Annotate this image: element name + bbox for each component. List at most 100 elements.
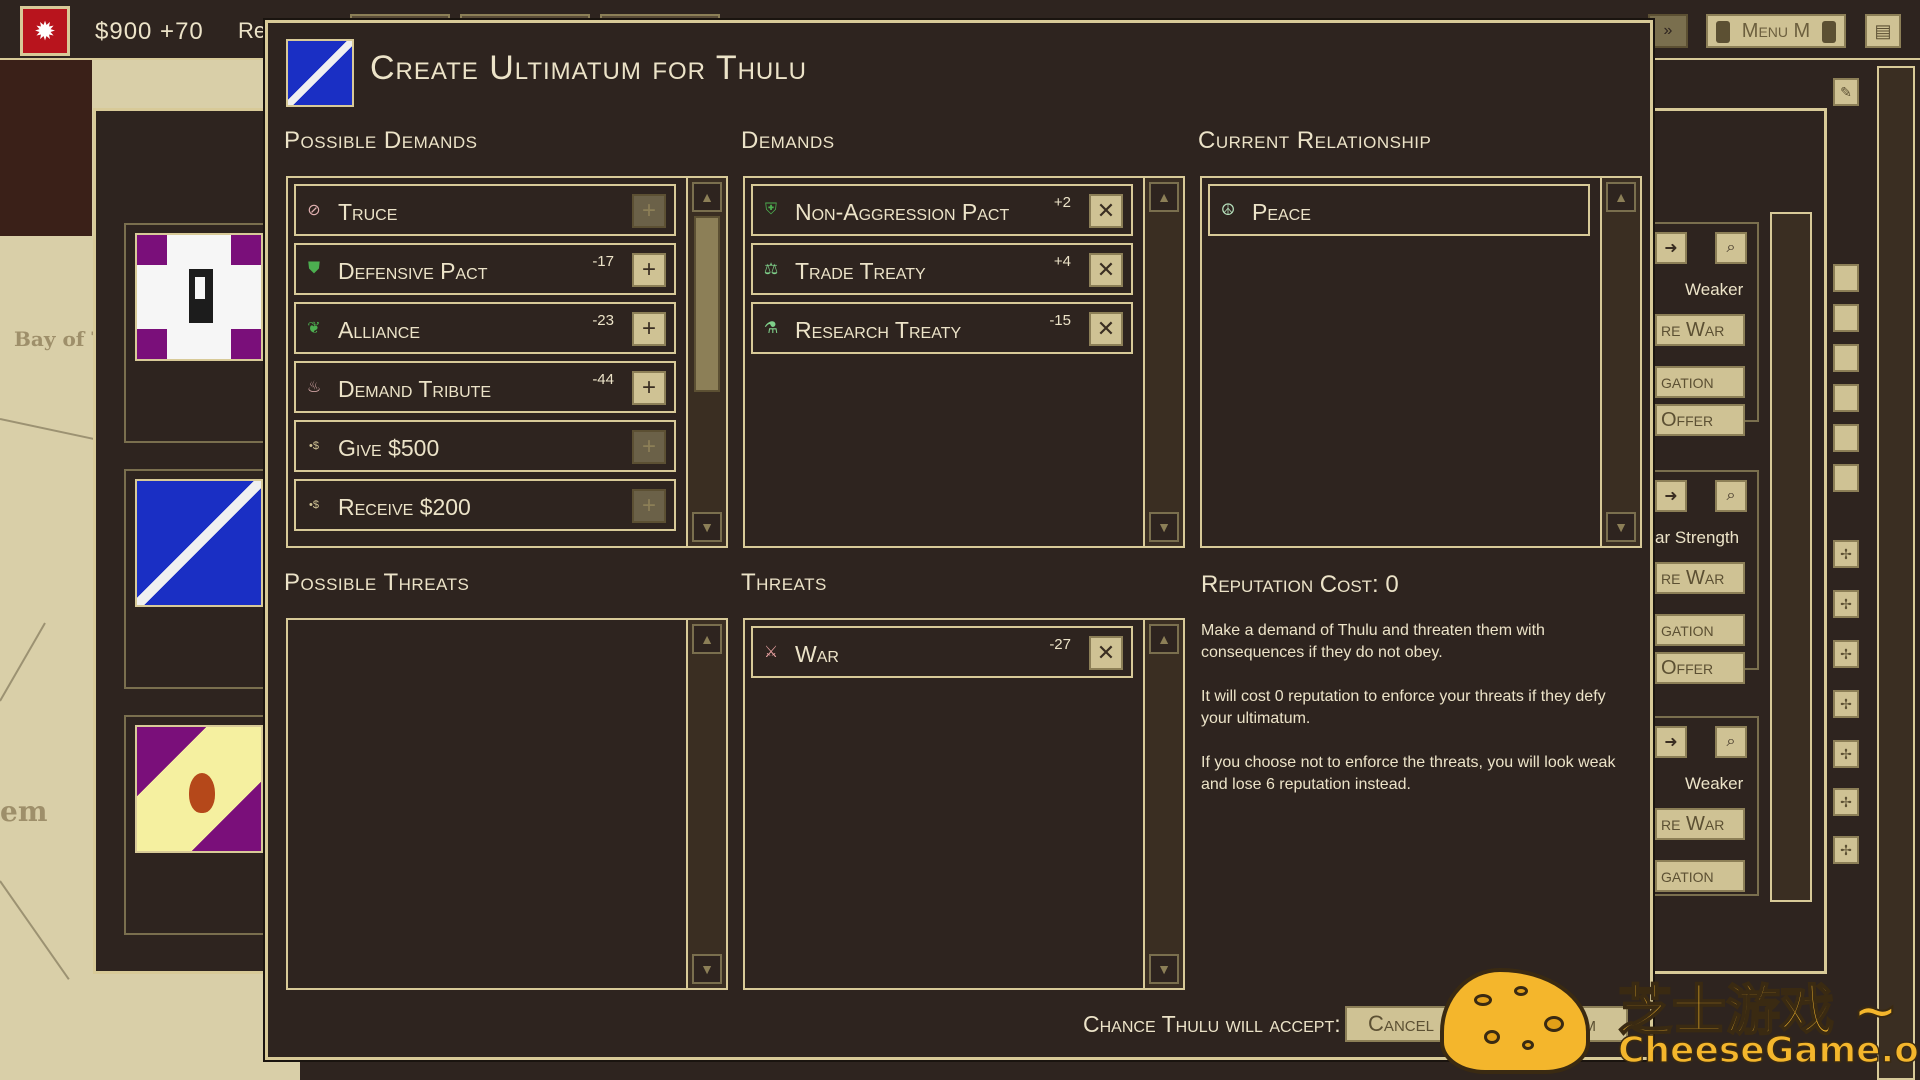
scrollbar[interactable]: ▲ ▼ (686, 178, 726, 546)
add-button[interactable]: + (632, 194, 666, 228)
list-item[interactable]: ♨ Demand Tribute -44 + (294, 361, 676, 413)
pin-icon[interactable]: ✢ (1833, 836, 1859, 864)
magnifier-icon[interactable]: ⌕ (1715, 232, 1747, 264)
description-paragraph: Make a demand of Thulu and threaten them… (1201, 622, 1545, 661)
scroll-up-icon[interactable]: ▲ (1149, 182, 1179, 212)
scroll-up-icon[interactable]: ▲ (692, 624, 722, 654)
outer-scrollbar[interactable] (1877, 66, 1915, 1080)
possible-demands-title: Possible Demands (284, 127, 478, 154)
money-display: $900 +70 (95, 18, 204, 45)
scroll-down-icon[interactable]: ▼ (692, 512, 722, 542)
nation-actions-block: ➜ ⌕ Weaker re War gation Offer (1655, 222, 1759, 436)
scroll-down-icon[interactable]: ▼ (1606, 512, 1636, 542)
demand-label: Alliance (338, 317, 421, 343)
scroll-up-icon[interactable]: ▲ (692, 182, 722, 212)
side-button[interactable] (1833, 344, 1859, 372)
side-button[interactable] (1833, 424, 1859, 452)
scroll-thumb[interactable] (694, 216, 720, 392)
strength-text: Weaker (1685, 774, 1744, 793)
remove-button[interactable]: ✕ (1089, 194, 1123, 228)
offer-button[interactable]: Offer (1655, 652, 1745, 684)
nation-flag (135, 233, 263, 361)
arrow-right-icon[interactable]: ➜ (1655, 232, 1687, 264)
list-item[interactable]: ⊘ Truce + (294, 184, 676, 236)
pin-icon[interactable]: ✢ (1833, 540, 1859, 568)
scrollbar[interactable]: ▲ ▼ (1600, 178, 1640, 546)
side-button[interactable] (1833, 304, 1859, 332)
pin-icon[interactable]: ✢ (1833, 640, 1859, 668)
trade-icon: ⚖ (763, 261, 779, 278)
magnifier-icon[interactable]: ⌕ (1715, 726, 1747, 758)
relationship-list: ☮ Peace ▲ ▼ (1200, 176, 1642, 548)
list-item[interactable]: ⛊ Defensive Pact -17 + (294, 243, 676, 295)
list-item[interactable]: ⚔ War -27 ✕ (751, 626, 1133, 678)
list-item[interactable]: ❦ Alliance -23 + (294, 302, 676, 354)
offer-button[interactable]: Offer (1655, 404, 1745, 436)
pin-icon[interactable]: ✢ (1833, 690, 1859, 718)
scroll-down-icon[interactable]: ▼ (692, 954, 722, 984)
nation-card[interactable] (124, 223, 276, 443)
demand-label: Receive $200 (338, 494, 471, 520)
list-item[interactable]: •$ Receive $200 + (294, 479, 676, 531)
add-button[interactable]: + (632, 312, 666, 346)
scrollbar[interactable]: ▲ ▼ (1143, 620, 1183, 988)
scrollbar[interactable]: ▲ ▼ (686, 620, 726, 988)
double-arrow-icon[interactable]: » (1648, 14, 1688, 48)
side-button[interactable] (1833, 464, 1859, 492)
declare-war-button[interactable]: re War (1655, 808, 1745, 840)
strength-text: ar Strength (1655, 528, 1740, 547)
nation-card[interactable] (124, 469, 276, 689)
declare-war-button[interactable]: re War (1655, 562, 1745, 594)
declare-war-button[interactable]: re War (1655, 314, 1745, 346)
tribute-icon: ♨ (306, 379, 322, 396)
demand-label: Non-Aggression Pact (795, 199, 1010, 225)
nation-card[interactable] (124, 715, 276, 935)
demand-label: Give $500 (338, 435, 440, 461)
list-item[interactable]: ⛨ Non-Aggression Pact +2 ✕ (751, 184, 1133, 236)
remove-button[interactable]: ✕ (1089, 253, 1123, 287)
negotiation-button[interactable]: gation (1655, 860, 1745, 892)
negotiation-button[interactable]: gation (1655, 366, 1745, 398)
arrow-right-icon[interactable]: ➜ (1655, 480, 1687, 512)
side-button[interactable] (1833, 264, 1859, 292)
truce-icon: ⊘ (307, 202, 321, 219)
negotiation-button[interactable]: gation (1655, 614, 1745, 646)
add-button[interactable]: + (632, 371, 666, 405)
remove-button[interactable]: ✕ (1089, 312, 1123, 346)
scroll-up-icon[interactable]: ▲ (1606, 182, 1636, 212)
scroll-up-icon[interactable]: ▲ (1149, 624, 1179, 654)
list-item[interactable]: •$ Give $500 + (294, 420, 676, 472)
add-button[interactable]: + (632, 489, 666, 523)
list-item[interactable]: ⚖ Trade Treaty +4 ✕ (751, 243, 1133, 295)
demand-label: Demand Tribute (338, 376, 492, 402)
nation-flag (135, 725, 263, 853)
add-button[interactable]: + (632, 430, 666, 464)
player-flag-button[interactable]: ✹ (20, 6, 70, 56)
crest-icon: ✹ (34, 15, 56, 46)
pin-icon[interactable]: ✢ (1833, 788, 1859, 816)
book-icon[interactable]: ▤ (1865, 14, 1901, 48)
demand-label: Truce (338, 199, 398, 225)
description-paragraph: If you choose not to enforce the threats… (1201, 754, 1616, 793)
scroll-down-icon[interactable]: ▼ (1149, 512, 1179, 542)
menu-button[interactable]: Menu M (1706, 14, 1846, 48)
pin-icon[interactable]: ✢ (1833, 740, 1859, 768)
demand-label: Trade Treaty (795, 258, 926, 284)
magnifier-icon[interactable]: ⌕ (1715, 480, 1747, 512)
scroll-down-icon[interactable]: ▼ (1149, 954, 1179, 984)
arrow-right-icon[interactable]: ➜ (1655, 726, 1687, 758)
add-button[interactable]: + (632, 253, 666, 287)
threat-label: War (795, 641, 839, 667)
demand-value: -44 (592, 371, 614, 388)
relationship-label: Peace (1252, 199, 1311, 225)
list-item[interactable]: ⚗ Research Treaty -15 ✕ (751, 302, 1133, 354)
remove-button[interactable]: ✕ (1089, 636, 1123, 670)
panel-scrollbar[interactable] (1770, 212, 1812, 902)
side-button[interactable] (1833, 384, 1859, 412)
edit-icon[interactable]: ✎ (1833, 78, 1859, 106)
pin-icon[interactable]: ✢ (1833, 590, 1859, 618)
scrollbar[interactable]: ▲ ▼ (1143, 178, 1183, 546)
nations-panel (93, 108, 276, 974)
threats-title: Threats (741, 569, 827, 596)
ultimatum-dialog: Create Ultimatum for Thulu Possible Dema… (265, 20, 1653, 1060)
